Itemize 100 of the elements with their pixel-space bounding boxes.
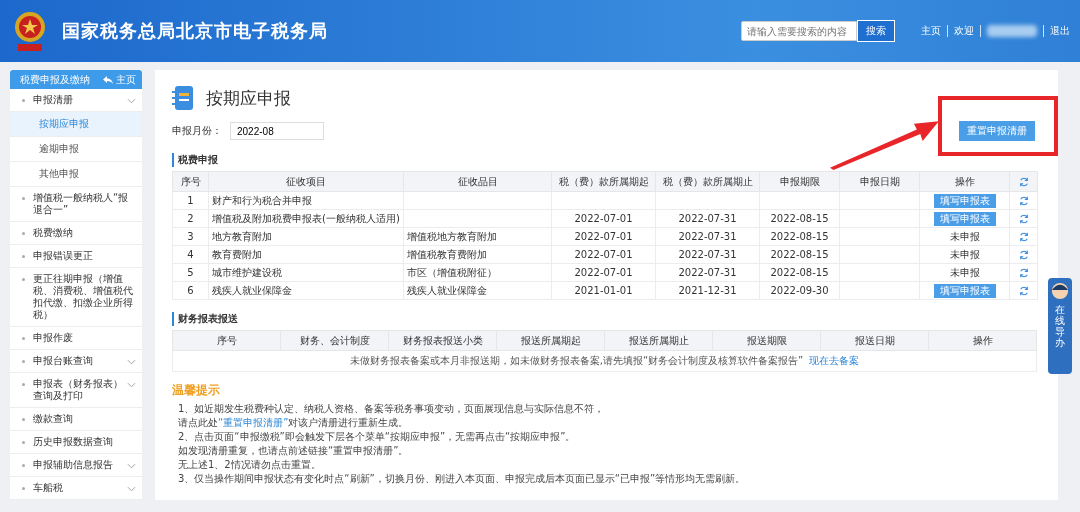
column-header: 税（费）款所属期止 [655, 171, 760, 192]
refresh-icon[interactable] [1018, 214, 1029, 224]
table-cell: 2022-08-15 [759, 263, 840, 282]
table-cell: 2022-07-31 [655, 227, 760, 246]
table-cell: 2022-08-15 [759, 227, 840, 246]
refresh-icon[interactable] [1018, 268, 1029, 278]
sidebar-item[interactable]: 税费缴纳 [10, 222, 142, 245]
page-title: 按期应申报 [206, 86, 291, 110]
bullet-icon [22, 360, 25, 363]
header-link[interactable]: 欢迎 [954, 24, 974, 38]
sidebar-item[interactable]: 申报错误更正 [10, 245, 142, 268]
column-header: 报送期限 [712, 330, 821, 351]
empty-message: 未做财务报表备案或本月非报送期，如未做财务报表备案,请先填报“财务会计制度及核算软件备案报告” 现在去备案 [349, 355, 860, 366]
month-label: 申报月份： [172, 124, 223, 138]
bullet-icon [22, 383, 25, 386]
refresh-icon[interactable] [1018, 196, 1029, 206]
table-cell: 4 [172, 245, 209, 264]
column-header: 报送日期 [820, 330, 929, 351]
table-cell: 2022-08-15 [759, 209, 840, 228]
table-cell: 2021-12-31 [655, 281, 760, 300]
site-title: 国家税务总局北京市电子税务局 [62, 19, 328, 43]
table-cell: 2022-07-31 [655, 209, 760, 228]
table-cell: 教育费附加 [208, 245, 404, 264]
refresh-icon[interactable] [1018, 232, 1029, 242]
column-header: 报送所属期止 [604, 330, 713, 351]
column-header: 序号 [172, 330, 281, 351]
avatar-icon [1051, 282, 1069, 300]
table-cell: 2021-01-01 [551, 281, 656, 300]
sidebar-item[interactable]: 缴款查询 [10, 408, 142, 431]
status-text: 未申报 [949, 248, 980, 260]
sidebar-item[interactable]: 申报台账查询 [10, 350, 142, 373]
table-cell: 5 [172, 263, 209, 282]
table-cell: 2022-07-01 [551, 209, 656, 228]
bullet-icon [22, 232, 25, 235]
refresh-icon[interactable] [1018, 177, 1029, 187]
sidebar-item[interactable]: 申报辅助信息报告 [10, 454, 142, 477]
sidebar-item[interactable]: 增值税一般纳税人“报退合一” [10, 187, 142, 222]
header-link[interactable]: 主页 [921, 24, 941, 38]
column-header: 操作 [928, 330, 1037, 351]
tip-text: 如发现清册重复，也请点前述链接“重置申报清册”。 [178, 445, 410, 457]
column-header: 申报期限 [759, 171, 840, 192]
column-header: 财务报表报送小类 [388, 330, 497, 351]
tip-text: 无上述1、2情况请勿点击重置。 [178, 459, 322, 471]
sidebar-item[interactable]: 更正往期申报（增值税、消费税、增值税代扣代缴、扣缴企业所得税） [10, 268, 142, 327]
bullet-icon [22, 99, 25, 102]
column-header: 征收项目 [208, 171, 404, 192]
column-header: 申报日期 [839, 171, 920, 192]
register-link[interactable]: 现在去备案 [809, 355, 860, 366]
sidebar-subitem[interactable]: 按期应申报 [10, 112, 142, 137]
table-cell: 6 [172, 281, 209, 300]
section-title: 财务报表报送 [172, 312, 1038, 326]
table-cell: 2022-09-30 [759, 281, 840, 300]
tip-text: 1、如近期发生税费种认定、纳税人资格、备案等税务事项变动，页面展现信息与实际信息不符， [178, 403, 606, 415]
table-cell: 市区（增值税附征） [403, 263, 552, 282]
search-field[interactable]: 请输入需要搜索的内容 [741, 21, 857, 41]
search-button[interactable]: 搜索 [857, 20, 895, 42]
refresh-icon[interactable] [1018, 286, 1029, 296]
table-cell: 2022-07-01 [551, 263, 656, 282]
column-header: 税（费）款所属期起 [551, 171, 656, 192]
sidebar-item[interactable]: 车船税 [10, 477, 142, 500]
column-header: 报送所属期起 [496, 330, 605, 351]
table-cell: 增值税地方教育附加 [403, 227, 552, 246]
column-header: 序号 [172, 171, 209, 192]
sidebar-item[interactable]: 申报作废 [10, 327, 142, 350]
notebook-icon [172, 85, 194, 111]
back-arrow-icon [103, 75, 113, 84]
bullet-icon [22, 255, 25, 258]
table-cell: 2022-08-15 [759, 245, 840, 264]
bullet-icon [22, 441, 25, 444]
tip-text: 2、点击页面“申报缴税”即会触发下层各个菜单“按期应申报”，无需再点击“按期应申报”。 [178, 431, 577, 443]
table-cell: 3 [172, 227, 209, 246]
tips-title: 温馨提示 [172, 382, 221, 399]
refresh-icon[interactable] [1018, 250, 1029, 260]
sidebar-subitem[interactable]: 其他申报 [10, 162, 142, 187]
table-cell: 2022-07-01 [551, 227, 656, 246]
status-text: 未申报 [949, 266, 980, 278]
tip-text: 3、仅当操作期间申报状态有变化时点“刷新”，切换月份、刚进入本页面、申报完成后本页面已显示“已申报”等情形均无需刷新。 [178, 473, 747, 485]
bullet-icon [22, 464, 25, 467]
sidebar-title: 税费申报及缴纳 [20, 72, 90, 87]
sidebar-item[interactable]: 申报表（财务报表）查询及打印 [10, 373, 142, 408]
column-header: 征收品目 [403, 171, 552, 192]
month-field[interactable]: 2022-08 [230, 122, 324, 140]
bullet-icon [22, 487, 25, 490]
bullet-icon [22, 278, 25, 281]
column-header: 操作 [919, 171, 1010, 192]
table-cell: 增值税及附加税费申报表(一般纳税人适用) [208, 209, 404, 228]
sidebar-item[interactable]: 历史申报数据查询 [10, 431, 142, 454]
table-cell: 2 [172, 209, 209, 228]
sidebar-subitem[interactable]: 逾期申报 [10, 137, 142, 162]
logout-link[interactable]: 退出 [1050, 24, 1070, 38]
online-guide-widget[interactable]: 在线导办 [1048, 278, 1072, 374]
status-text: 未申报 [949, 230, 980, 242]
tip-text: 请点此处“重置申报清册”对该户清册进行重新生成。 [178, 417, 410, 429]
table-cell: 增值税教育费附加 [403, 245, 552, 264]
reset-link[interactable]: “重置申报清册” [218, 417, 289, 428]
table-cell: 城市维护建设税 [208, 263, 404, 282]
table-cell: 1 [172, 191, 209, 210]
table-cell: 2022-07-01 [551, 245, 656, 264]
blurred-name [987, 25, 1037, 37]
bullet-icon [22, 197, 25, 200]
